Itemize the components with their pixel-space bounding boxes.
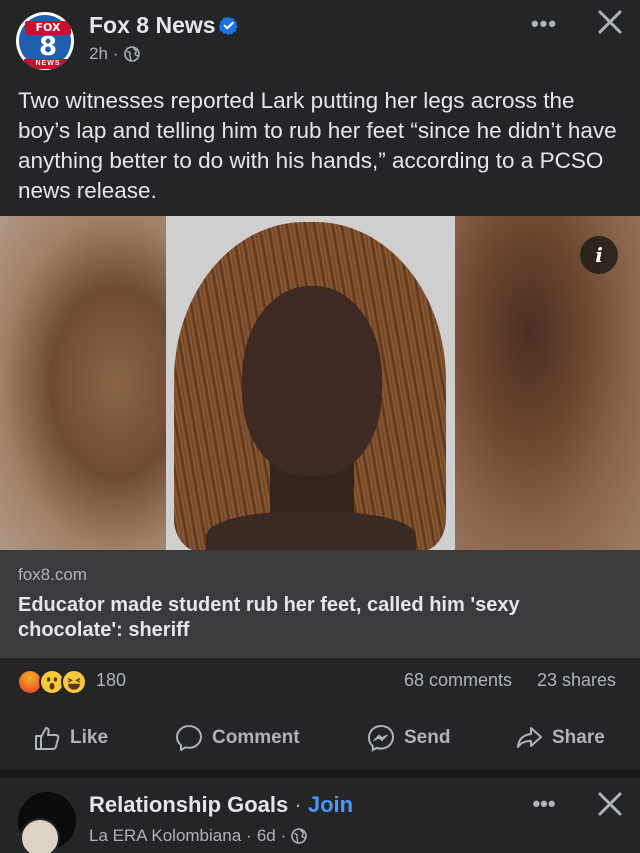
post-divider — [0, 770, 640, 778]
group-name-line: Relationship Goals · Join — [89, 792, 353, 818]
close-icon[interactable] — [590, 6, 630, 42]
post-text: Two witnesses reported Lark putting her … — [18, 88, 617, 203]
share-label: Share — [552, 727, 605, 748]
meta-separator: · — [280, 826, 287, 845]
share-button[interactable]: Share — [514, 720, 605, 756]
page-name[interactable]: Fox 8 News — [89, 12, 216, 39]
meta-separator: · — [112, 44, 119, 63]
photo-face — [242, 286, 382, 476]
close-icon[interactable] — [590, 788, 630, 824]
mugshot-photo — [166, 216, 455, 550]
logo-number: 8 — [38, 32, 58, 62]
photo-shirt — [206, 512, 416, 550]
fox8-logo: FOX 8 NEWS — [19, 15, 72, 69]
action-bar: Like Comment Send Share — [0, 710, 640, 766]
like-icon — [35, 727, 60, 750]
info-icon[interactable]: i — [580, 236, 618, 274]
comments-count[interactable]: 68 comments — [404, 670, 512, 691]
post-time[interactable]: 2h — [89, 44, 108, 64]
post-meta: 2h · — [89, 44, 140, 64]
comment-label: Comment — [212, 727, 300, 748]
link-preview[interactable]: fox8.com Educator made student rub her f… — [0, 550, 640, 658]
haha-reaction-icon — [61, 669, 87, 695]
group-name[interactable]: Relationship Goals — [89, 792, 288, 817]
shares-count[interactable]: 23 shares — [537, 670, 616, 691]
author-avatar[interactable] — [20, 818, 60, 853]
globe-icon — [123, 46, 140, 62]
globe-icon — [291, 828, 308, 844]
meta-separator: · — [246, 826, 252, 845]
author-name[interactable]: La ERA Kolombiana — [89, 826, 241, 846]
post-header: FOX 8 NEWS Fox 8 News 2h · ••• — [0, 0, 640, 80]
next-post-header: Relationship Goals · Join La ERA Kolombi… — [0, 778, 640, 853]
comment-button[interactable]: Comment — [174, 720, 300, 756]
blurred-background-left — [0, 216, 166, 550]
link-domain: fox8.com — [18, 565, 87, 584]
verified-badge-icon — [219, 16, 238, 35]
messenger-icon — [367, 724, 395, 752]
reaction-icons[interactable] — [17, 669, 93, 695]
link-title: Educator made student rub her feet, call… — [18, 594, 520, 641]
post-image[interactable] — [0, 216, 640, 550]
next-post-time[interactable]: 6d — [257, 826, 276, 846]
logo-news-text: NEWS — [24, 59, 72, 69]
page-avatar[interactable]: FOX 8 NEWS — [16, 12, 74, 70]
like-button[interactable]: Like — [32, 720, 108, 756]
reactions-bar: 180 68 comments 23 shares — [0, 666, 640, 698]
send-button[interactable]: Send — [366, 720, 450, 756]
more-options-button[interactable]: ••• — [524, 790, 564, 818]
join-button[interactable]: Join — [308, 792, 353, 817]
comment-icon — [176, 725, 202, 751]
share-icon — [517, 727, 542, 748]
next-post-meta: La ERA Kolombiana · 6d · — [89, 826, 308, 846]
send-label: Send — [404, 727, 451, 748]
like-label: Like — [70, 727, 109, 748]
name-separator: · — [288, 792, 308, 817]
more-options-button[interactable]: ••• — [524, 10, 564, 38]
reaction-count[interactable]: 180 — [96, 670, 126, 691]
